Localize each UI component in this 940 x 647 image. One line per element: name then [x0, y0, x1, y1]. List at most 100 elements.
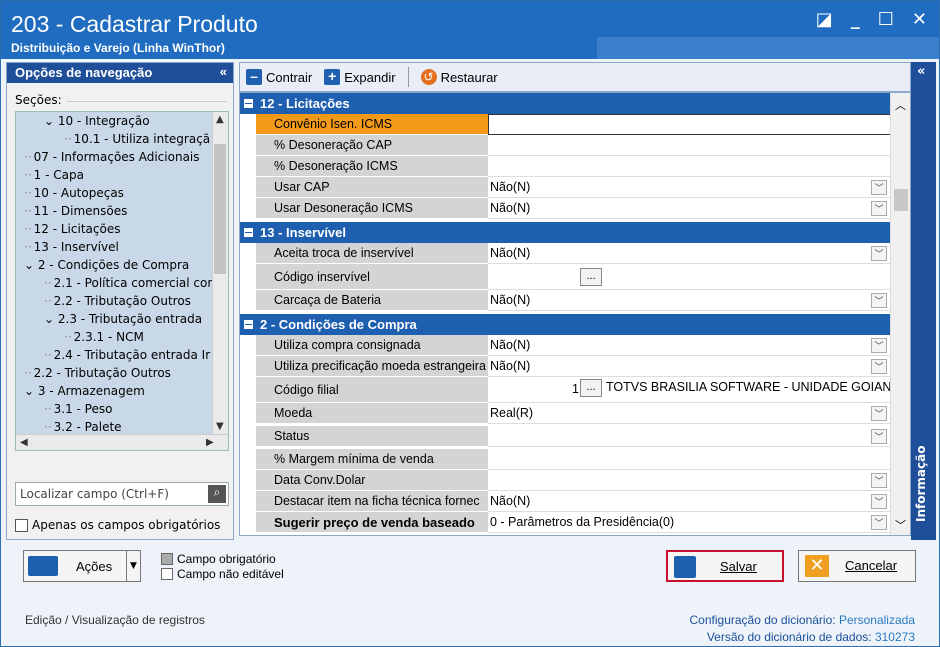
tree-item[interactable]: ·· 3.1 - Peso [44, 400, 112, 418]
info-panel[interactable]: « Informação [911, 62, 936, 540]
chevron-down-icon[interactable]: ⌄ [44, 312, 58, 326]
expand-button[interactable]: + Expandir [324, 69, 396, 85]
row-usar-cap: Usar CAP Não(N) ﹀ [240, 177, 891, 198]
convenio-isen-icms-input[interactable] [488, 114, 891, 135]
tree-item[interactable]: ·· 2.1 - Política comercial com [44, 274, 219, 292]
chevron-down-icon[interactable]: ⌄ [24, 258, 38, 272]
field-label: Destacar item na ficha técnica fornec [256, 491, 488, 512]
category-condicoes-compra[interactable]: 2 - Condições de Compra [240, 314, 891, 335]
desoneracao-icms-input[interactable] [488, 156, 891, 177]
app-window: 203 - Cadastrar Produto Distribuição e V… [0, 0, 940, 647]
chevron-down-icon[interactable]: ﹀ [871, 429, 887, 444]
collapse-category-icon[interactable] [244, 228, 253, 237]
row-precificacao-moeda: Utiliza precificação moeda estrangeira N… [240, 356, 891, 377]
save-button[interactable]: Salvar [666, 550, 784, 582]
tree-item[interactable]: ⌄ 10 - Integração [44, 112, 150, 130]
aceita-troca-select[interactable]: Não(N) ﹀ [488, 243, 891, 264]
chevron-down-icon[interactable]: ⌄ [44, 114, 58, 128]
chevron-down-icon[interactable]: ﹀ [871, 494, 887, 509]
chevron-down-icon[interactable]: ﹀ [871, 515, 887, 530]
filial-code: 1 [572, 382, 579, 396]
tree-item[interactable]: ·· 10 - Autopeças [24, 184, 124, 202]
tree-item-label: 10.1 - Utiliza integraçã [73, 132, 211, 146]
codigo-filial-input[interactable]: 1 ... TOTVS BRASILIA SOFTWARE - UNIDADE … [488, 377, 891, 403]
category-inservivel[interactable]: 13 - Inservível [240, 222, 891, 243]
tree-item[interactable]: ⌄ 2 - Condições de Compra [24, 256, 189, 274]
moeda-select[interactable]: Real(R) ﹀ [488, 403, 891, 424]
category-licitacoes[interactable]: 12 - Licitações [240, 93, 891, 114]
maximize-icon[interactable]: ☐ [878, 9, 894, 30]
expand-info-icon[interactable]: « [917, 64, 925, 79]
chevron-down-icon[interactable]: ﹀ [871, 473, 887, 488]
actions-button[interactable]: Ações ▼ [23, 550, 141, 582]
chevron-down-icon[interactable]: ﹀ [871, 201, 887, 216]
collapse-category-icon[interactable] [244, 320, 253, 329]
scroll-right-icon[interactable]: ▶ [206, 437, 214, 448]
scroll-down-icon[interactable]: ▼ [216, 421, 224, 432]
usar-desoneracao-icms-select[interactable]: Não(N) ﹀ [488, 198, 891, 219]
sections-tree[interactable]: ⌄ 10 - Integração ·· 10.1 - Utiliza integr… [15, 111, 229, 451]
close-icon[interactable]: ✕ [912, 9, 927, 30]
chevron-down-icon[interactable]: ﹀ [871, 246, 887, 261]
collapse-category-icon[interactable] [244, 99, 253, 108]
tree-item[interactable]: ·· 2.2 - Tributação Outros [44, 292, 191, 310]
chevron-down-icon[interactable]: ﹀ [871, 359, 887, 374]
tree-item[interactable]: ·· 2.4 - Tributação entrada Ir [44, 346, 210, 364]
tree-item[interactable]: ⌄ 2.3 - Tributação entrada [44, 310, 202, 328]
actions-dropdown-icon[interactable]: ▼ [126, 551, 140, 581]
desoneracao-cap-input[interactable] [488, 135, 891, 156]
tree-item[interactable]: ·· 13 - Inservível [24, 238, 119, 256]
field-label: % Desoneração ICMS [256, 156, 488, 177]
grid-scrollbar[interactable]: ︿ ﹀ [890, 93, 910, 535]
restore-button[interactable]: ↺ Restaurar [420, 69, 498, 85]
cancel-button[interactable]: ✕ Cancelar [798, 550, 916, 582]
lookup-ellipsis-button[interactable]: ... [580, 379, 602, 397]
tree-item[interactable]: ·· 10.1 - Utiliza integraçã [64, 130, 210, 148]
sugerir-preco-select[interactable]: 0 - Parâmetros da Presidência(0) ﹀ [488, 512, 891, 533]
compra-consignada-select[interactable]: Não(N) ﹀ [488, 335, 891, 356]
tree-horizontal-scrollbar[interactable]: ◀ ▶ [16, 434, 228, 450]
tree-vertical-scrollbar[interactable]: ▲ ▼ [212, 112, 228, 434]
tree-item[interactable]: ·· 07 - Informações Adicionais [24, 148, 200, 166]
chevron-down-icon[interactable]: ⌄ [24, 384, 38, 398]
lookup-ellipsis-button[interactable]: ... [580, 268, 602, 286]
chevron-down-icon[interactable]: ﹀ [871, 180, 887, 195]
data-conv-dolar-select[interactable]: ﹀ [488, 470, 891, 491]
grid-scroll-thumb[interactable] [894, 189, 908, 211]
scroll-up-icon[interactable]: ▲ [216, 114, 224, 125]
carcaca-bateria-select[interactable]: Não(N) ﹀ [488, 290, 891, 311]
restore-window-icon[interactable]: ◪ [816, 9, 833, 30]
category-label: 12 - Licitações [260, 96, 350, 111]
chevron-down-icon[interactable]: ﹀ [871, 406, 887, 421]
chevron-down-icon[interactable]: ﹀ [871, 293, 887, 308]
precificacao-moeda-select[interactable]: Não(N) ﹀ [488, 356, 891, 377]
tree-item[interactable]: ·· 1 - Capa [24, 166, 84, 184]
tree-item[interactable]: ·· 12 - Licitações [24, 220, 120, 238]
margem-minima-input[interactable] [488, 449, 891, 470]
tree-item[interactable]: ⌄ 3 - Armazenagem [24, 382, 145, 400]
only-required-checkbox[interactable] [15, 518, 28, 532]
search-placeholder: Localizar campo (Ctrl+F) [20, 487, 169, 501]
only-required-toggle[interactable]: Apenas os campos obrigatórios [15, 518, 220, 532]
chevron-down-icon[interactable]: ﹀ [871, 338, 887, 353]
collapse-nav-icon[interactable]: « [220, 64, 227, 79]
status-select[interactable]: ﹀ [488, 426, 891, 447]
legend-required: Campo obrigatório [161, 551, 284, 566]
field-search-input[interactable]: Localizar campo (Ctrl+F) ⌕ [15, 482, 229, 506]
chevron-down-icon[interactable]: ﹀ [895, 517, 906, 533]
tree-item[interactable]: ·· 2.3.1 - NCM [64, 328, 144, 346]
search-icon[interactable]: ⌕ [208, 485, 226, 503]
tree-scroll-thumb[interactable] [214, 144, 226, 274]
chevron-up-icon[interactable]: ︿ [895, 97, 906, 113]
minimize-icon[interactable]: _ [851, 9, 860, 30]
tree-item[interactable]: ·· 2.2 - Tributação Outros [24, 364, 171, 382]
codigo-inservivel-input[interactable]: ... [488, 264, 891, 290]
usar-cap-select[interactable]: Não(N) ﹀ [488, 177, 891, 198]
scroll-left-icon[interactable]: ◀ [20, 437, 28, 448]
tree-item[interactable]: ·· 11 - Dimensões [24, 202, 127, 220]
tree-line-icon: ·· [24, 150, 32, 164]
field-label: Moeda [256, 403, 488, 424]
collapse-button[interactable]: – Contrair [246, 69, 312, 85]
destacar-item-select[interactable]: Não(N) ﹀ [488, 491, 891, 512]
field-legend: Campo obrigatório Campo não editável [161, 551, 284, 581]
